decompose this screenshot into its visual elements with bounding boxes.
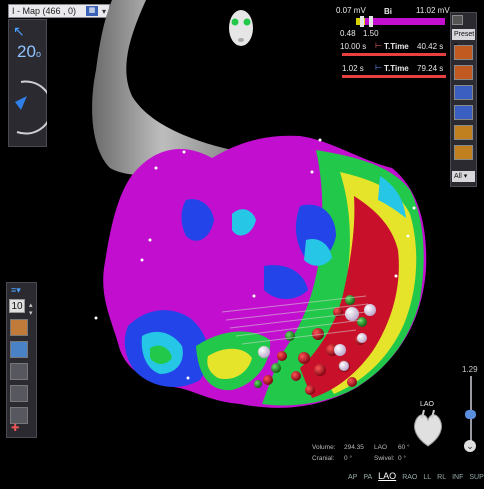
cranial-value: 0 °: [344, 455, 353, 462]
voltage-min-label: 0.07 mV: [336, 6, 366, 15]
zoom-slider-track[interactable]: [470, 376, 472, 442]
filter-label: All: [454, 173, 462, 180]
zoom-slider-handle[interactable]: [465, 410, 476, 419]
swivel-value: 0 °: [398, 455, 407, 462]
catheter-tool-button-2[interactable]: [454, 65, 473, 80]
voltage-low-handle[interactable]: [360, 16, 364, 27]
timing2-left-label: 1.02 s: [342, 64, 364, 73]
view-button-pa[interactable]: PA: [363, 474, 372, 481]
lao-value: 60 °: [398, 444, 410, 451]
view-buttons: AP PA LAO RAO LL RL INF SUP: [348, 471, 484, 481]
display-button-2[interactable]: [10, 341, 28, 358]
orientation-label: LAO: [420, 401, 435, 408]
preset-select[interactable]: Preset ▾: [452, 29, 475, 49]
panel-menu-icon[interactable]: [452, 15, 463, 25]
voltage-high-handle[interactable]: [369, 16, 373, 27]
view-button-lao[interactable]: LAO: [378, 471, 396, 481]
volume-label: Volume:: [312, 444, 336, 451]
zoom-reset-icon[interactable]: ⌄: [464, 440, 476, 452]
view-button-rao[interactable]: RAO: [402, 474, 417, 481]
timing1-right-label: 40.42 s: [417, 42, 444, 51]
voltage-low-value: 0.48: [340, 29, 356, 38]
voltage-max-label: 11.02 mV: [416, 6, 450, 15]
stepper-icon[interactable]: ▴ ▾: [29, 301, 33, 317]
display-button-1[interactable]: [10, 319, 28, 336]
cranial-label: Cranial:: [312, 455, 335, 462]
aorta-shape: [92, 0, 232, 176]
timing1-name: T.Time: [384, 42, 409, 51]
ablation-tag-icon[interactable]: ✚: [11, 423, 19, 434]
grid-tool-button-2[interactable]: [454, 145, 473, 160]
preset-label: Preset: [454, 31, 475, 38]
swivel-label: Swivel:: [374, 455, 395, 462]
voltage-scale-bar[interactable]: [365, 18, 445, 25]
catheter-tool-button-3[interactable]: [454, 85, 473, 100]
catheter-tool-button-4[interactable]: [454, 105, 473, 120]
point-size-field[interactable]: 10: [9, 299, 25, 313]
timing2-icon: ⊢: [375, 63, 382, 72]
timing2-right-label: 79.24 s: [417, 64, 444, 73]
map-settings-panel: 0.07 mV Bi 11.02 mV 0.48 1.50 10.00 s ⊢ …: [336, 4, 450, 78]
head-orientation-icon: [229, 10, 253, 46]
timing2-name: T.Time: [384, 64, 409, 73]
display-tools-panel: ≡▾ 10 ▴ ▾ ✚: [6, 282, 37, 438]
timing1-left-label: 10.00 s: [340, 42, 367, 51]
view-button-ll[interactable]: LL: [423, 474, 431, 481]
display-button-4[interactable]: [10, 385, 28, 402]
view-button-rl[interactable]: RL: [437, 474, 446, 481]
timing2-bar[interactable]: [342, 75, 446, 78]
filter-icon[interactable]: ≡▾: [11, 285, 31, 295]
display-button-5[interactable]: [10, 407, 28, 424]
map-info-readout: Volume: 294.35 LAO 60 ° Cranial: 0 ° Swi…: [312, 443, 452, 467]
display-button-3[interactable]: [10, 363, 28, 380]
view-button-inf[interactable]: INF: [452, 474, 463, 481]
catheter-tool-button-1[interactable]: [454, 45, 473, 60]
grid-tool-button-1[interactable]: [454, 125, 473, 140]
heart-orientation-icon: [414, 409, 442, 447]
slider-top-value: 1.29: [462, 365, 478, 374]
view-button-ap[interactable]: AP: [348, 474, 357, 481]
right-toolbar: Preset ▾ All ▾: [450, 12, 477, 187]
lao-label: LAO: [374, 444, 388, 451]
view-button-sup[interactable]: SUP: [469, 474, 483, 481]
point-size-value: 10: [11, 301, 23, 312]
filter-select[interactable]: All ▾: [452, 171, 475, 182]
voltage-high-value: 1.50: [363, 29, 379, 38]
timing1-bar[interactable]: [342, 53, 446, 56]
signal-label: Bi: [384, 7, 392, 16]
volume-value: 294.35: [344, 444, 364, 451]
timing1-icon: ⊢: [375, 41, 382, 50]
